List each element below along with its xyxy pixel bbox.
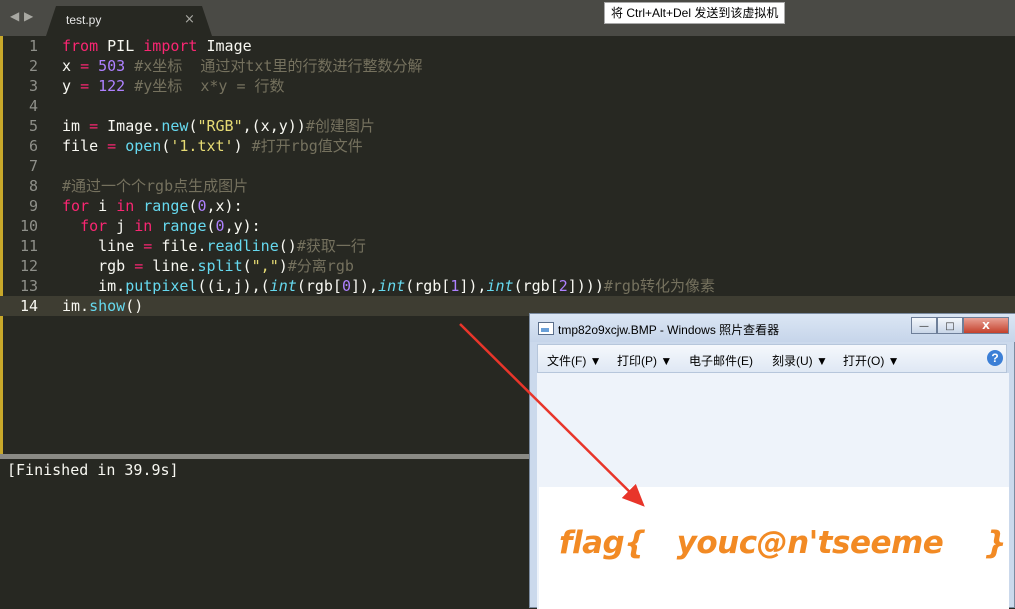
minimize-button[interactable]: — (911, 317, 937, 334)
viewer-title-bar[interactable]: tmp82o9xcjw.BMP - Windows 照片查看器 — □ X (530, 314, 1015, 342)
console-output: [Finished in 39.9s] (7, 461, 179, 479)
tab-test-py[interactable]: test.py × (46, 6, 212, 36)
code-text: line = file.readline()#获取一行 (62, 237, 366, 255)
tab-close-icon[interactable]: × (184, 12, 195, 27)
code-line[interactable]: 9 for i in range(0,x): (0, 196, 1015, 216)
line-number: 2 (28, 57, 38, 75)
image-canvas: flag{ youc@n'tseeme } (537, 373, 1009, 609)
photo-viewer-icon (538, 322, 554, 335)
code-line[interactable]: 3 y = 122 #y坐标 x*y = 行数 (0, 76, 1015, 96)
code-text: from PIL import Image (62, 37, 252, 55)
code-text: x = 503 #x坐标 通过对txt里的行数进行整数分解 (62, 57, 423, 75)
nav-left-arrow-icon[interactable]: ◀ (10, 9, 19, 23)
code-text: rgb = line.split(",")#分离rgb (62, 257, 354, 275)
line-number: 9 (28, 197, 38, 215)
viewer-title: tmp82o9xcjw.BMP - Windows 照片查看器 (558, 323, 780, 337)
line-number: 11 (19, 237, 38, 255)
code-text: y = 122 #y坐标 x*y = 行数 (62, 77, 285, 95)
code-text: file = open('1.txt') #打开rbg值文件 (62, 137, 363, 155)
photo-viewer-window: tmp82o9xcjw.BMP - Windows 照片查看器 — □ X ? … (529, 313, 1015, 609)
tab-label: test.py (66, 13, 102, 27)
nav-right-arrow-icon[interactable]: ▶ (24, 9, 33, 23)
code-line[interactable]: 10 for j in range(0,y): (0, 216, 1015, 236)
tab-bar: ◀ ▶ test.py × 将 Ctrl+Alt+Del 发送到该虚拟机 (0, 0, 1015, 36)
code-text: for i in range(0,x): (62, 197, 243, 215)
line-number: 1 (28, 37, 38, 55)
flag-text: flag{ youc@n'tseeme } (559, 525, 1007, 561)
line-number: 14 (19, 297, 38, 315)
code-line[interactable]: 4 (0, 96, 1015, 116)
viewer-menu-bar: ? 文件(F) ▼ 打印(P) ▼ 电子邮件(E) 刻录(U) ▼ 打开(O) ▼ (537, 344, 1007, 373)
line-number: 5 (28, 117, 38, 135)
code-text: im = Image.new("RGB",(x,y))#创建图片 (62, 117, 375, 135)
menu-item[interactable]: 打印(P) ▼ (617, 352, 672, 369)
code-text: im.putpixel((i,j),(int(rgb[0]),int(rgb[1… (62, 277, 715, 295)
code-line[interactable]: 12 rgb = line.split(",")#分离rgb (0, 256, 1015, 276)
code-line[interactable]: 7 (0, 156, 1015, 176)
code-line[interactable]: 13 im.putpixel((i,j),(int(rgb[0]),int(rg… (0, 276, 1015, 296)
line-number: 7 (28, 157, 38, 175)
line-number: 4 (28, 97, 38, 115)
code-line[interactable]: 11 line = file.readline()#获取一行 (0, 236, 1015, 256)
help-icon[interactable]: ? (987, 350, 1003, 366)
line-number: 6 (28, 137, 38, 155)
maximize-button[interactable]: □ (937, 317, 963, 334)
line-number: 8 (28, 177, 38, 195)
line-number: 10 (19, 217, 38, 235)
menu-item[interactable]: 电子邮件(E) (689, 352, 753, 369)
code-text: im.show() (62, 297, 144, 315)
close-button[interactable]: X (963, 317, 1009, 334)
code-line[interactable]: 2 x = 503 #x坐标 通过对txt里的行数进行整数分解 (0, 56, 1015, 76)
code-line[interactable]: 8 #通过一个个rgb点生成图片 (0, 176, 1015, 196)
line-number: 13 (19, 277, 38, 295)
code-text: for j in range(0,y): (80, 217, 261, 235)
menu-item[interactable]: 文件(F) ▼ (547, 352, 602, 369)
bmp-image: flag{ youc@n'tseeme } (539, 487, 1009, 609)
menu-item[interactable]: 打开(O) ▼ (843, 352, 900, 369)
code-line[interactable]: 5 im = Image.new("RGB",(x,y))#创建图片 (0, 116, 1015, 136)
code-line[interactable]: 6 file = open('1.txt') #打开rbg值文件 (0, 136, 1015, 156)
code-line[interactable]: 1 from PIL import Image (0, 36, 1015, 56)
vm-hint-tooltip: 将 Ctrl+Alt+Del 发送到该虚拟机 (604, 2, 786, 24)
code-text: #通过一个个rgb点生成图片 (62, 177, 249, 195)
menu-item[interactable]: 刻录(U) ▼ (772, 352, 828, 369)
line-number: 3 (28, 77, 38, 95)
line-number: 12 (19, 257, 38, 275)
